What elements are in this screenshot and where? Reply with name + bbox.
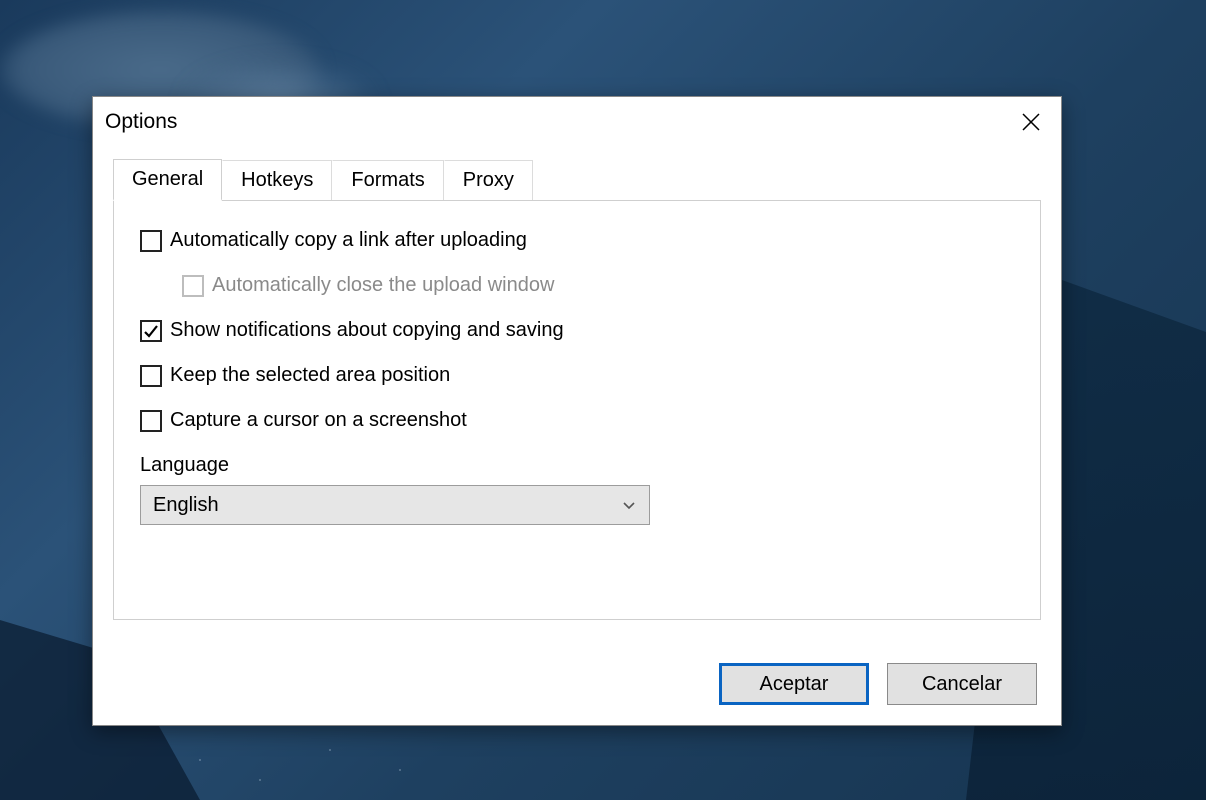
check-icon bbox=[143, 323, 159, 339]
button-label: Aceptar bbox=[760, 673, 829, 696]
option-label: Automatically copy a link after uploadin… bbox=[170, 229, 527, 252]
language-label: Language bbox=[140, 454, 1014, 477]
option-auto-close-upload: Automatically close the upload window bbox=[182, 274, 1014, 297]
titlebar: Options bbox=[93, 97, 1061, 147]
option-label: Automatically close the upload window bbox=[212, 274, 554, 297]
option-auto-copy-link: Automatically copy a link after uploadin… bbox=[140, 229, 1014, 252]
accept-button[interactable]: Aceptar bbox=[719, 663, 869, 705]
tab-label: Proxy bbox=[463, 169, 514, 191]
tab-formats[interactable]: Formats bbox=[332, 160, 443, 200]
tab-label: General bbox=[132, 168, 203, 190]
language-value: English bbox=[153, 494, 219, 517]
chevron-down-icon bbox=[621, 497, 637, 513]
checkbox-auto-close-upload bbox=[182, 275, 204, 297]
dialog-footer: Aceptar Cancelar bbox=[93, 647, 1061, 725]
tab-hotkeys[interactable]: Hotkeys bbox=[222, 160, 332, 200]
checkbox-capture-cursor[interactable] bbox=[140, 410, 162, 432]
language-select[interactable]: English bbox=[140, 485, 650, 525]
dialog-content: General Hotkeys Formats Proxy Automatica… bbox=[93, 147, 1061, 647]
tab-panel-general: Automatically copy a link after uploadin… bbox=[113, 200, 1041, 620]
tab-label: Formats bbox=[351, 169, 424, 191]
options-dialog: Options General Hotkeys Formats Proxy Au… bbox=[92, 96, 1062, 726]
option-label: Keep the selected area position bbox=[170, 364, 450, 387]
option-label: Show notifications about copying and sav… bbox=[170, 319, 564, 342]
tab-general[interactable]: General bbox=[113, 159, 222, 201]
checkbox-keep-area-position[interactable] bbox=[140, 365, 162, 387]
cancel-button[interactable]: Cancelar bbox=[887, 663, 1037, 705]
tab-label: Hotkeys bbox=[241, 169, 313, 191]
option-capture-cursor: Capture a cursor on a screenshot bbox=[140, 409, 1014, 432]
option-label: Capture a cursor on a screenshot bbox=[170, 409, 467, 432]
close-icon bbox=[1022, 113, 1040, 131]
button-label: Cancelar bbox=[922, 673, 1002, 696]
window-title: Options bbox=[105, 110, 177, 134]
option-keep-area-position: Keep the selected area position bbox=[140, 364, 1014, 387]
option-show-notifications: Show notifications about copying and sav… bbox=[140, 319, 1014, 342]
checkbox-auto-copy-link[interactable] bbox=[140, 230, 162, 252]
close-button[interactable] bbox=[1001, 97, 1061, 147]
tab-proxy[interactable]: Proxy bbox=[444, 160, 533, 200]
checkbox-show-notifications[interactable] bbox=[140, 320, 162, 342]
tab-strip: General Hotkeys Formats Proxy bbox=[113, 159, 1041, 200]
